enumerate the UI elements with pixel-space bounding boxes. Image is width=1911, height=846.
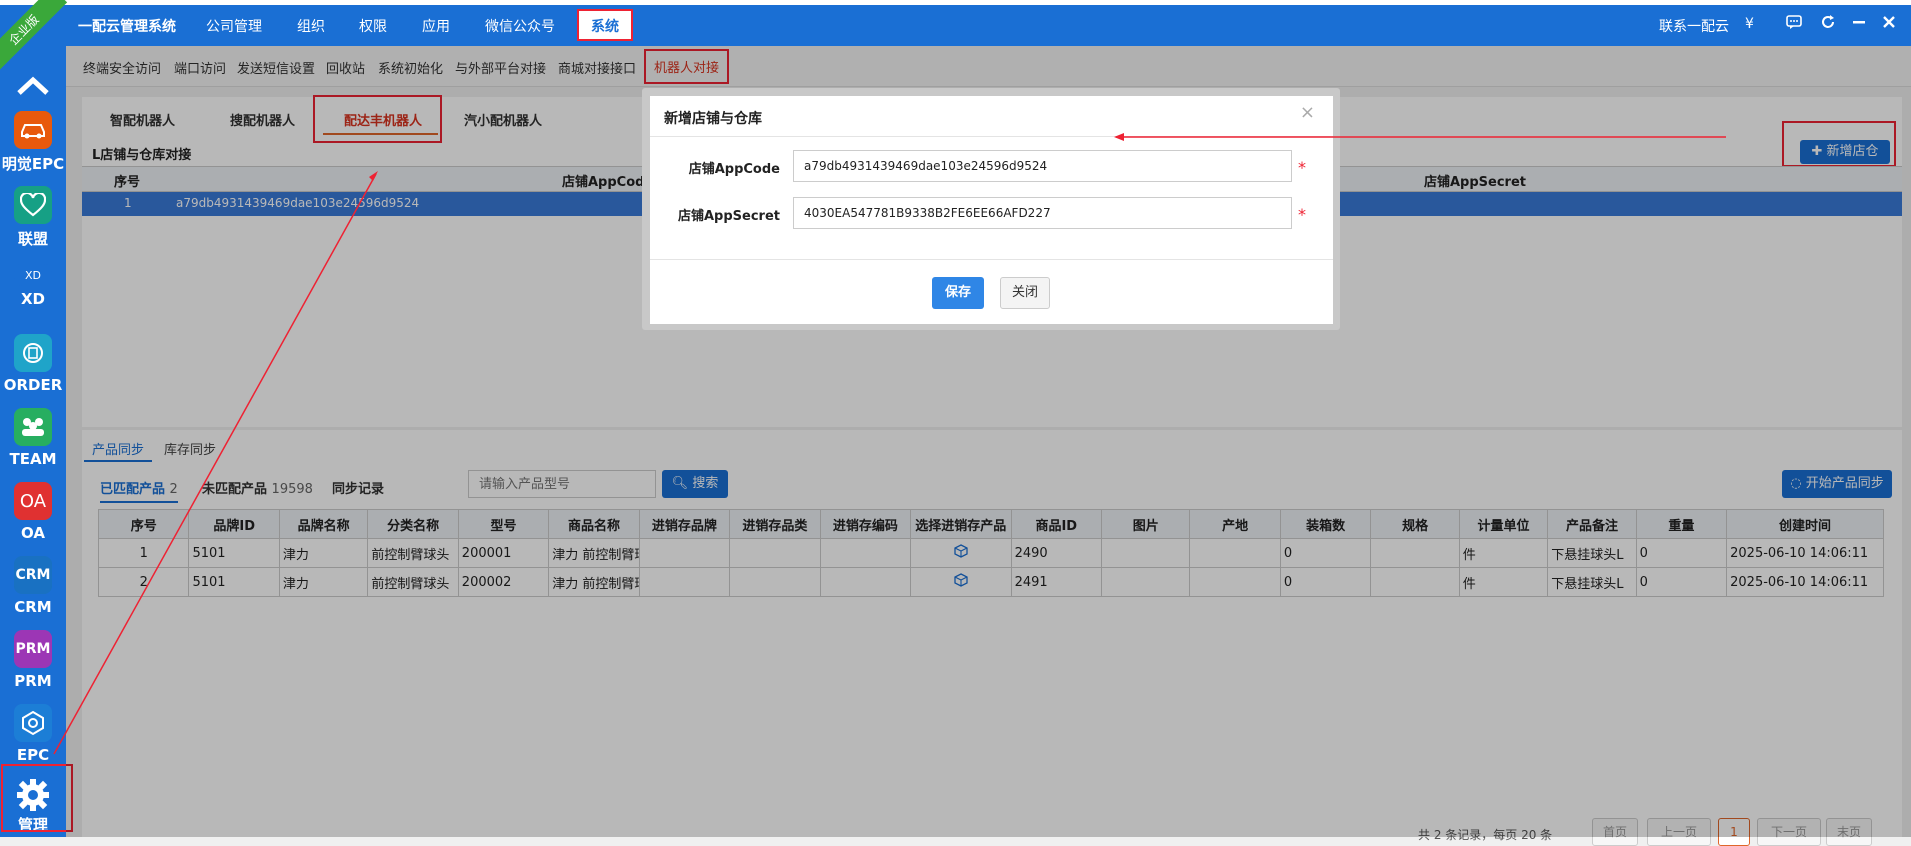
xd-icon: XD — [14, 264, 52, 286]
required-mark: * — [1298, 158, 1306, 177]
sidebar-label: XD — [20, 290, 46, 308]
sidebar-item-team[interactable]: TEAM — [0, 408, 66, 468]
sidebar-item-epc-mj[interactable]: 明觉EPC — [0, 111, 66, 175]
sidebar-label: EPC — [16, 746, 50, 764]
appcode-label: 店铺AppCode — [688, 162, 780, 177]
sidebar-label: CRM — [14, 598, 52, 616]
car-icon — [14, 111, 52, 149]
sidebar-item-xd[interactable]: XD XD — [0, 264, 66, 308]
heart-icon — [14, 186, 52, 224]
menu-permission[interactable]: 权限 — [359, 16, 387, 36]
top-stripe — [0, 0, 1911, 5]
appsecret-label: 店铺AppSecret — [677, 209, 780, 224]
sidebar-label: OA — [21, 524, 45, 542]
order-icon — [14, 334, 52, 372]
oa-icon: OA — [14, 482, 52, 520]
epc-icon — [14, 704, 52, 742]
sidebar-item-crm[interactable]: CRM CRM — [0, 556, 66, 616]
sidebar-item-epc[interactable]: EPC — [0, 704, 66, 764]
menu-org[interactable]: 组织 — [297, 16, 325, 36]
team-icon — [14, 408, 52, 446]
prm-icon: PRM — [14, 630, 52, 668]
chat-icon[interactable] — [1786, 14, 1802, 34]
menu-company[interactable]: 公司管理 — [206, 16, 262, 36]
close-icon[interactable] — [1882, 14, 1896, 34]
add-store-modal: 新增店铺与仓库 × 店铺AppCode * 店铺AppSecret * 保存 关… — [650, 96, 1333, 324]
collapse-up-button[interactable] — [0, 75, 66, 101]
menu-app[interactable]: 应用 — [422, 16, 450, 36]
modal-footer-divider — [650, 259, 1333, 260]
sidebar-item-alliance[interactable]: 联盟 — [0, 186, 66, 249]
annotation-box-manage — [1, 764, 73, 832]
refresh-icon[interactable] — [1820, 14, 1836, 34]
close-icon[interactable]: × — [1300, 102, 1315, 123]
sidebar-item-oa[interactable]: OA OA — [0, 482, 66, 542]
sidebar-label: PRM — [14, 672, 52, 690]
sidebar-label: 明觉EPC — [1, 155, 65, 173]
menu-wechat[interactable]: 微信公众号 — [485, 16, 555, 36]
sidebar-label: ORDER — [3, 376, 63, 394]
sidebar-label: 联盟 — [17, 230, 48, 248]
contact-link[interactable]: 联系一配云 — [1659, 16, 1729, 36]
minimize-icon[interactable] — [1852, 14, 1866, 34]
currency-icon[interactable]: ¥ — [1745, 16, 1754, 32]
sidebar-label: TEAM — [9, 450, 57, 468]
sidebar-item-order[interactable]: ORDER — [0, 334, 66, 394]
modal-divider — [650, 136, 1333, 137]
menu-system[interactable]: 系统 — [577, 9, 633, 41]
required-mark: * — [1298, 205, 1306, 224]
crm-icon: CRM — [14, 556, 52, 594]
top-bar: 一配云管理系统 公司管理 组织 权限 应用 微信公众号 系统 联系一配云 ¥ — [0, 0, 1911, 46]
brand-title: 一配云管理系统 — [78, 19, 176, 35]
modal-title: 新增店铺与仓库 — [664, 111, 762, 127]
appcode-field[interactable] — [793, 150, 1292, 182]
save-button[interactable]: 保存 — [932, 277, 984, 309]
appsecret-field[interactable] — [793, 197, 1292, 229]
edition-badge: 企业版 — [0, 0, 68, 74]
chevron-up-icon — [17, 76, 49, 95]
sidebar-item-prm[interactable]: PRM PRM — [0, 630, 66, 690]
close-button[interactable]: 关闭 — [1000, 277, 1050, 309]
